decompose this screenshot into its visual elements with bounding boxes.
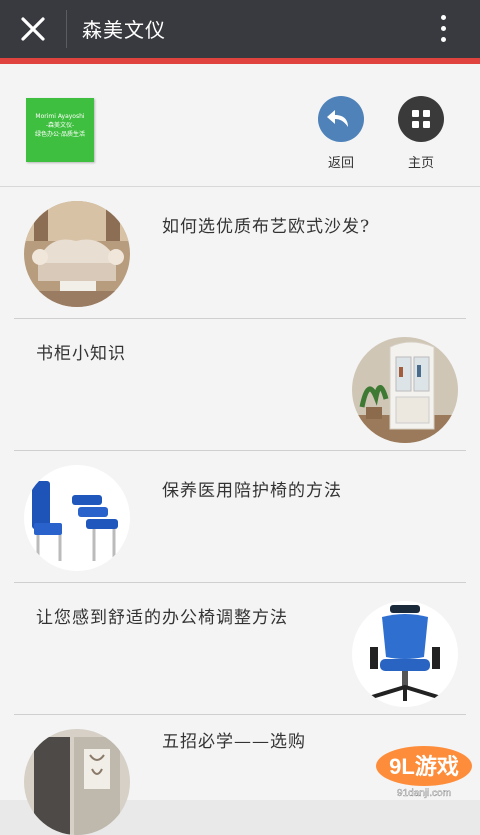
back-label[interactable]: 返回	[311, 152, 371, 171]
logo-line-1: Morimi Ayayoshi	[35, 113, 85, 120]
more-vertical-icon	[441, 15, 446, 20]
brand-logo[interactable]: Morimi Ayayoshi -森美文仪- 绿色办公·品质生活	[26, 98, 94, 162]
site-header: Morimi Ayayoshi -森美文仪- 绿色办公·品质生活 返回 主页	[0, 64, 480, 187]
article-title[interactable]: 如何选优质布艺欧式沙发?	[162, 212, 370, 237]
sofa-image	[24, 201, 130, 307]
bookcase-image	[352, 337, 458, 443]
page-title: 森美文仪	[82, 18, 166, 42]
article-title[interactable]: 保养医用陪护椅的方法	[162, 476, 342, 501]
wardrobe-image	[24, 729, 130, 835]
home-button[interactable]	[398, 96, 444, 142]
office-chair-image	[352, 601, 458, 707]
top-bar: 森美文仪	[0, 0, 480, 58]
list-item[interactable]: 书柜小知识	[0, 319, 480, 451]
article-list: 如何选优质布艺欧式沙发? 书柜小知识 保养医用陪护椅的方法 让您感到舒适的办公椅…	[0, 187, 480, 835]
logo-line-2: -森美文仪-	[45, 122, 75, 129]
title-divider	[66, 10, 67, 48]
list-item[interactable]: 保养医用陪护椅的方法	[0, 451, 480, 583]
grid-icon	[412, 110, 430, 128]
svg-text:9L游戏: 9L游戏	[389, 754, 459, 779]
close-icon	[21, 17, 45, 41]
back-arrow-icon	[327, 110, 348, 127]
more-options-button[interactable]	[432, 12, 456, 46]
close-button[interactable]	[14, 10, 52, 48]
watermark: 9L游戏 91danji.com	[372, 742, 476, 800]
svg-text:91danji.com: 91danji.com	[397, 788, 451, 799]
article-title[interactable]: 书柜小知识	[36, 339, 126, 364]
home-label[interactable]: 主页	[391, 152, 451, 171]
list-item[interactable]: 如何选优质布艺欧式沙发?	[0, 187, 480, 319]
medical-chair-image	[24, 465, 130, 571]
article-title[interactable]: 五招必学——选购	[162, 727, 306, 752]
watermark-logo-icon: 9L游戏 91danji.com	[376, 746, 472, 799]
logo-line-3: 绿色办公·品质生活	[35, 131, 85, 138]
back-button[interactable]	[318, 96, 364, 142]
article-title[interactable]: 让您感到舒适的办公椅调整方法	[36, 603, 288, 628]
list-item[interactable]: 让您感到舒适的办公椅调整方法	[0, 583, 480, 715]
